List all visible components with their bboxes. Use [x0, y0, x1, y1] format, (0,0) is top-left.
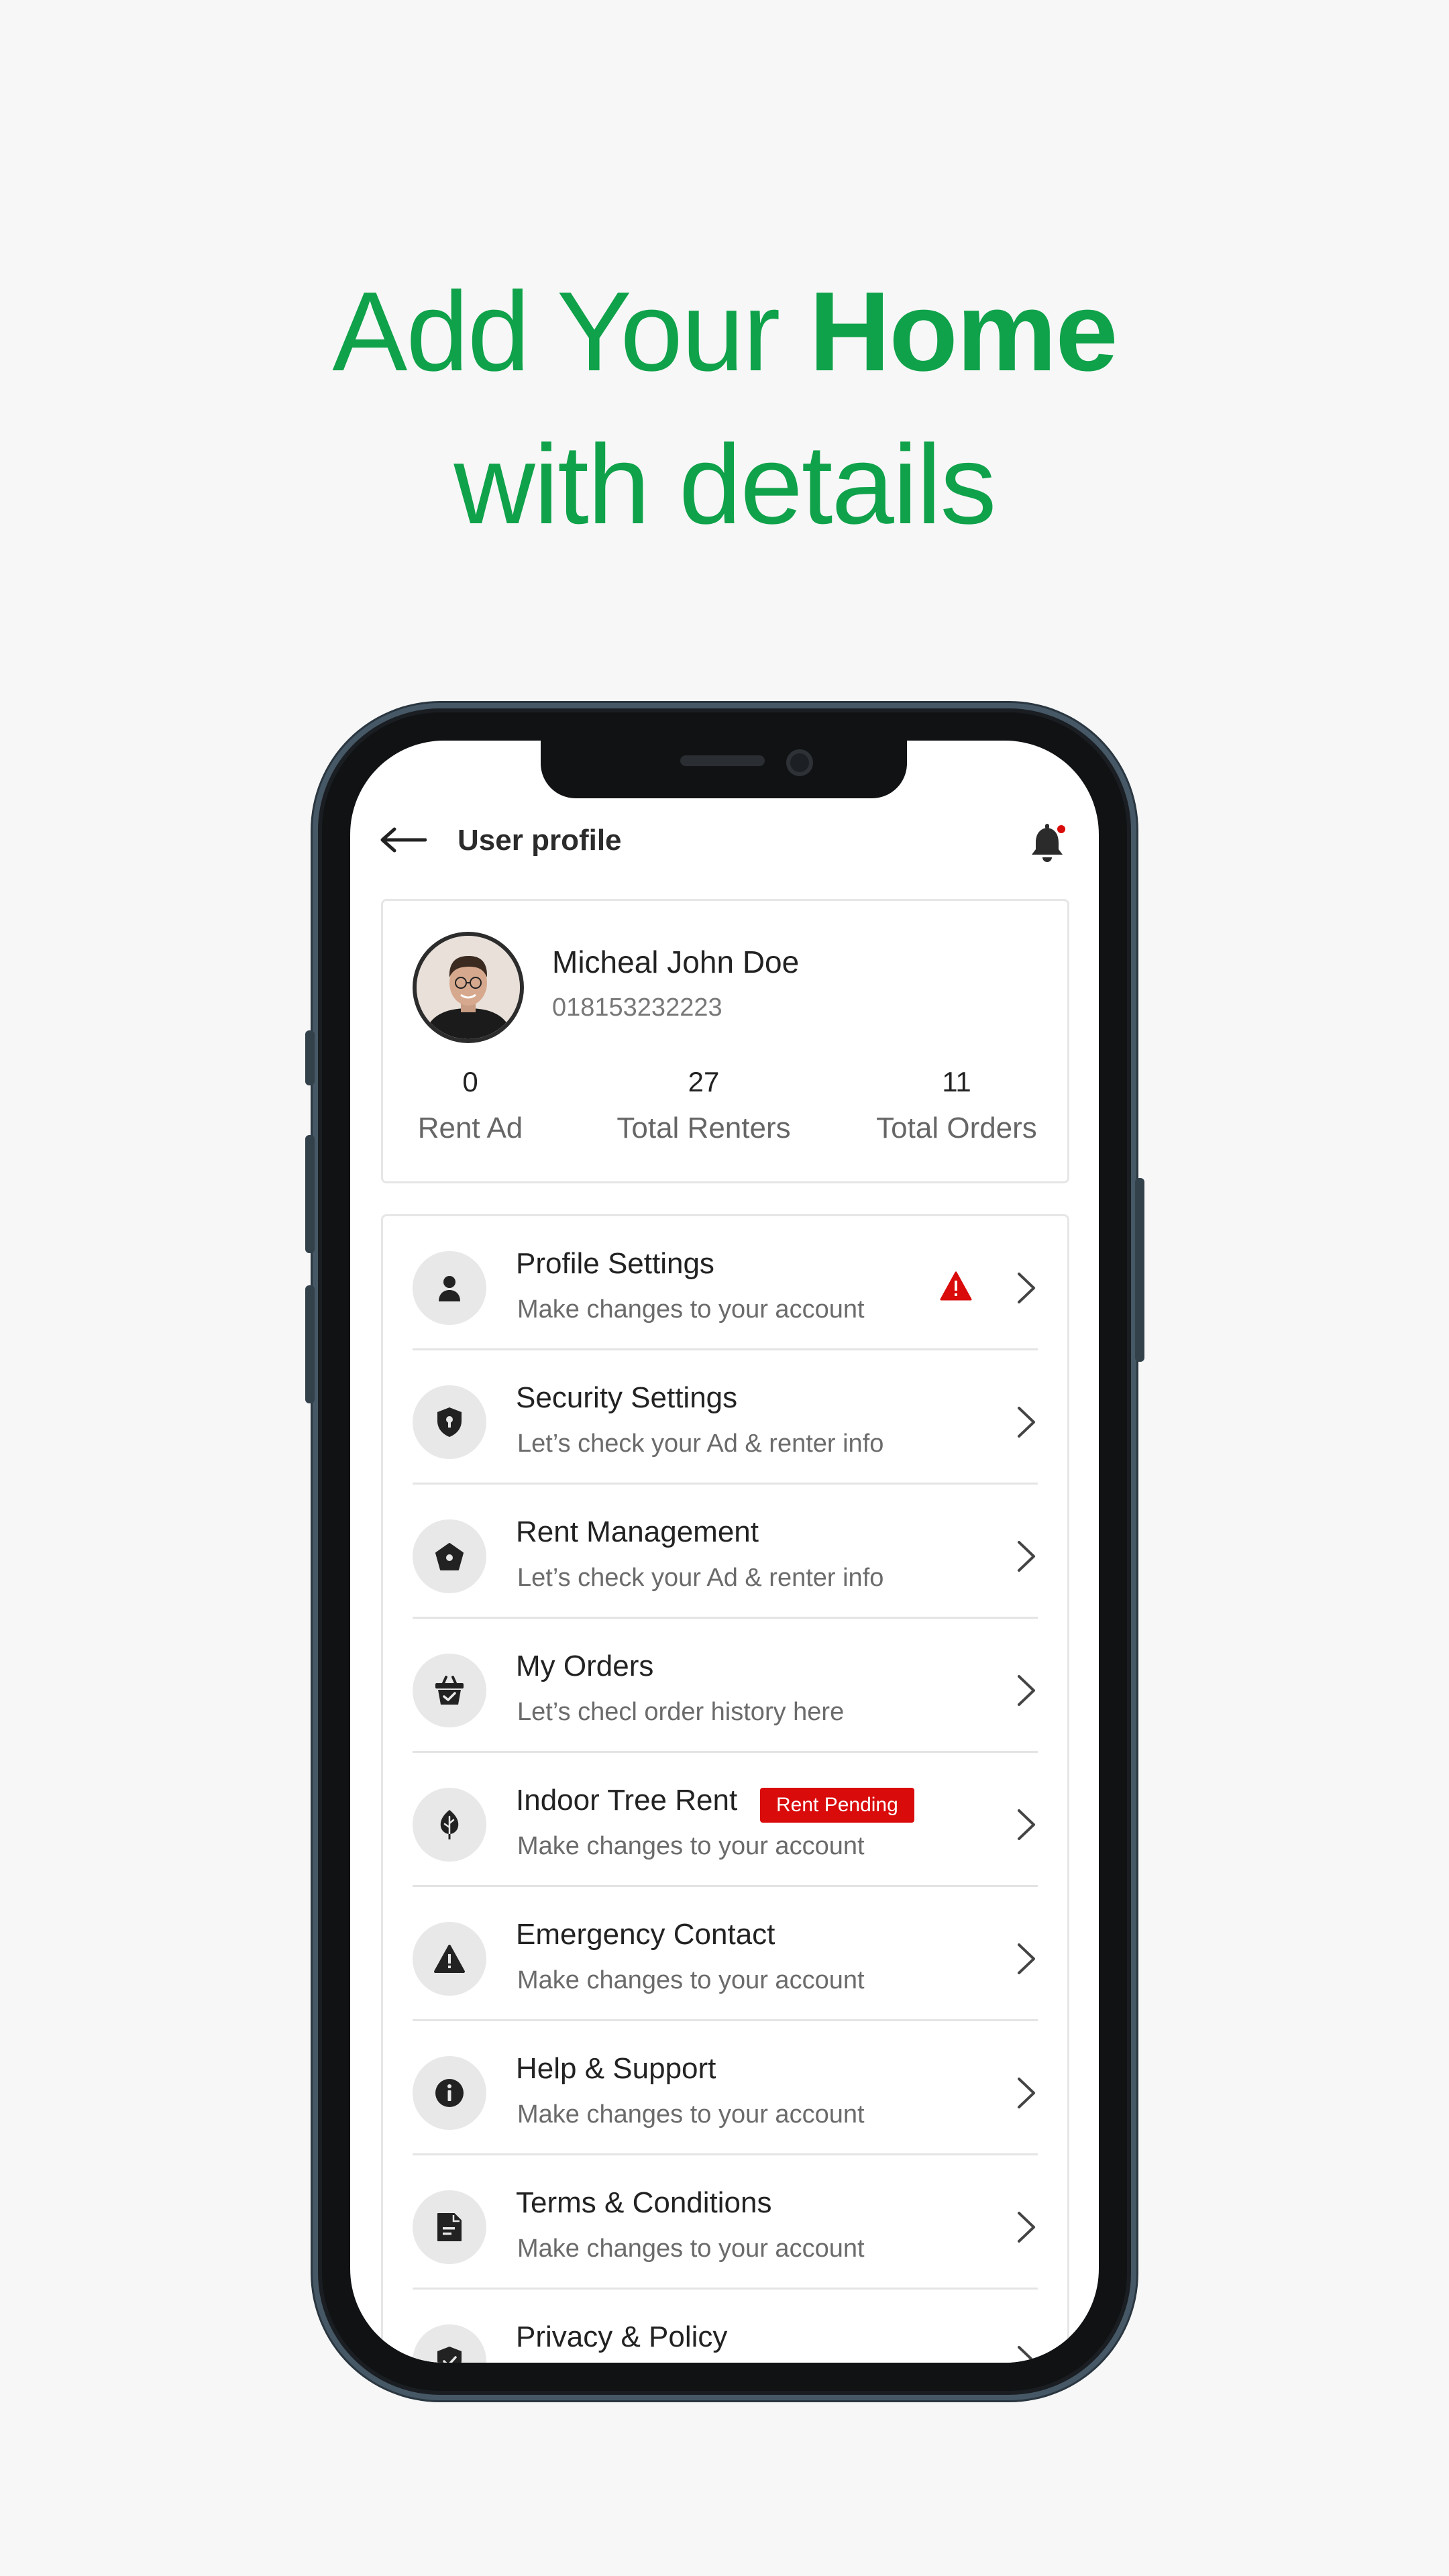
- menu-item-rent-management[interactable]: Rent Management Let’s check your Ad & re…: [413, 1485, 1038, 1619]
- chevron-right-icon: [1018, 1675, 1035, 1706]
- avatar-image: [417, 936, 520, 1039]
- speaker-grille: [680, 755, 765, 766]
- menu-icon-wrap: [413, 1922, 486, 1996]
- menu-item-subtitle: Make changes to your account: [517, 1966, 865, 1994]
- chevron-right-icon: [1018, 2078, 1035, 2108]
- mute-switch: [305, 1030, 315, 1085]
- menu-item-title: Rent Management: [516, 1515, 759, 1548]
- chevron-right-icon: [1018, 1273, 1035, 1303]
- stat-value: 0: [462, 1066, 478, 1097]
- headline-line-1: Add Your Home: [0, 255, 1449, 408]
- leaf-icon: [440, 1810, 459, 1841]
- menu-item-title: Profile Settings: [516, 1247, 714, 1280]
- status-badge: Rent Pending: [760, 1788, 914, 1823]
- menu-item-subtitle: Make changes to your account: [517, 1832, 865, 1860]
- menu-icon-wrap: [413, 1519, 486, 1593]
- menu-item-subtitle: Make changes to your account: [517, 1295, 865, 1324]
- menu-item-subtitle: Let’s checl order history here: [517, 1698, 845, 1726]
- stat-rent-ad: 0 Rent Ad: [403, 1062, 537, 1155]
- chevron-right-icon: [1018, 1809, 1035, 1840]
- shield-check-icon: [437, 2347, 462, 2363]
- page-title: User profile: [458, 824, 622, 857]
- user-phone: 018153232223: [552, 994, 722, 1022]
- menu-item-title: Privacy & Policy: [516, 2320, 728, 2353]
- headline-part-1: Add Your: [332, 268, 780, 394]
- menu-item-subtitle: Let’s check your Ad & renter info: [517, 1430, 884, 1458]
- menu-item-security-settings[interactable]: Security Settings Let’s check your Ad & …: [413, 1350, 1038, 1485]
- stat-value: 11: [942, 1066, 971, 1097]
- headline-bold-word: Home: [808, 268, 1118, 394]
- menu-item-emergency-contact[interactable]: Emergency Contact Make changes to your a…: [413, 1887, 1038, 2021]
- avatar[interactable]: [413, 932, 524, 1043]
- chevron-right-icon: [1018, 1943, 1035, 1974]
- volume-up-button: [305, 1135, 315, 1253]
- menu-icon-wrap: [413, 1385, 486, 1459]
- user-name: Micheal John Doe: [552, 945, 800, 979]
- menu-card: Profile Settings Make changes to your ac…: [381, 1214, 1069, 2363]
- menu-icon-wrap: [413, 1788, 486, 1862]
- shield-icon: [437, 1407, 462, 1437]
- menu-icon-wrap: [413, 2324, 486, 2363]
- stat-value: 27: [688, 1066, 720, 1097]
- menu-icon-wrap: [413, 2056, 486, 2130]
- chevron-right-icon: [1018, 2212, 1035, 2243]
- menu-icon-wrap: [413, 1251, 486, 1325]
- warning-icon: [940, 1271, 972, 1301]
- chevron-right-icon: [1018, 1407, 1035, 1438]
- menu-item-privacy-policy[interactable]: Privacy & Policy: [413, 2290, 1038, 2363]
- menu-item-title: Security Settings: [516, 1381, 738, 1414]
- back-arrow-icon[interactable]: [380, 825, 427, 855]
- phone-screen: User profile Micheal John Doe 0181532322…: [350, 741, 1099, 2363]
- menu-item-subtitle: Make changes to your account: [517, 2100, 865, 2129]
- stat-total-renters: 27 Total Renters: [590, 1062, 818, 1155]
- profile-card: Micheal John Doe 018153232223 0 Rent Ad …: [381, 899, 1069, 1183]
- alert-icon: [434, 1945, 465, 1973]
- menu-icon-wrap: [413, 1654, 486, 1727]
- document-icon: [437, 2213, 462, 2241]
- power-button: [1135, 1178, 1144, 1362]
- notification-bell-icon[interactable]: [1029, 822, 1068, 864]
- menu-item-my-orders[interactable]: My Orders Let’s checl order history here: [413, 1619, 1038, 1753]
- menu-item-subtitle: Let’s check your Ad & renter info: [517, 1564, 884, 1592]
- stat-label: Total Orders: [876, 1112, 1037, 1144]
- chevron-right-icon: [1018, 2346, 1035, 2363]
- house-icon: [435, 1543, 464, 1570]
- menu-item-title: Help & Support: [516, 2052, 716, 2085]
- menu-icon-wrap: [413, 2190, 486, 2264]
- menu-item-title: My Orders: [516, 1650, 654, 1682]
- menu-item-subtitle: Make changes to your account: [517, 2235, 865, 2263]
- menu-item-profile-settings[interactable]: Profile Settings Make changes to your ac…: [413, 1216, 1038, 1350]
- stat-label: Rent Ad: [417, 1112, 523, 1144]
- menu-item-title: Emergency Contact: [516, 1918, 775, 1951]
- user-icon: [439, 1276, 460, 1301]
- phone-notch: [541, 739, 907, 798]
- basket-icon: [435, 1676, 464, 1705]
- headline: Add Your Home with details: [0, 255, 1449, 561]
- headline-line-2: with details: [453, 421, 996, 547]
- menu-item-title: Indoor Tree Rent: [516, 1784, 738, 1817]
- menu-item-title: Terms & Conditions: [516, 2186, 772, 2219]
- info-icon: [435, 2079, 464, 2107]
- stat-label: Total Renters: [616, 1112, 791, 1144]
- front-camera: [786, 749, 813, 776]
- volume-down-button: [305, 1285, 315, 1403]
- menu-item-indoor-tree-rent[interactable]: Indoor Tree Rent Rent Pending Make chang…: [413, 1753, 1038, 1887]
- stat-total-orders: 11 Total Orders: [859, 1062, 1054, 1155]
- menu-item-help-support[interactable]: Help & Support Make changes to your acco…: [413, 2021, 1038, 2155]
- chevron-right-icon: [1018, 1541, 1035, 1572]
- menu-item-terms-conditions[interactable]: Terms & Conditions Make changes to your …: [413, 2155, 1038, 2290]
